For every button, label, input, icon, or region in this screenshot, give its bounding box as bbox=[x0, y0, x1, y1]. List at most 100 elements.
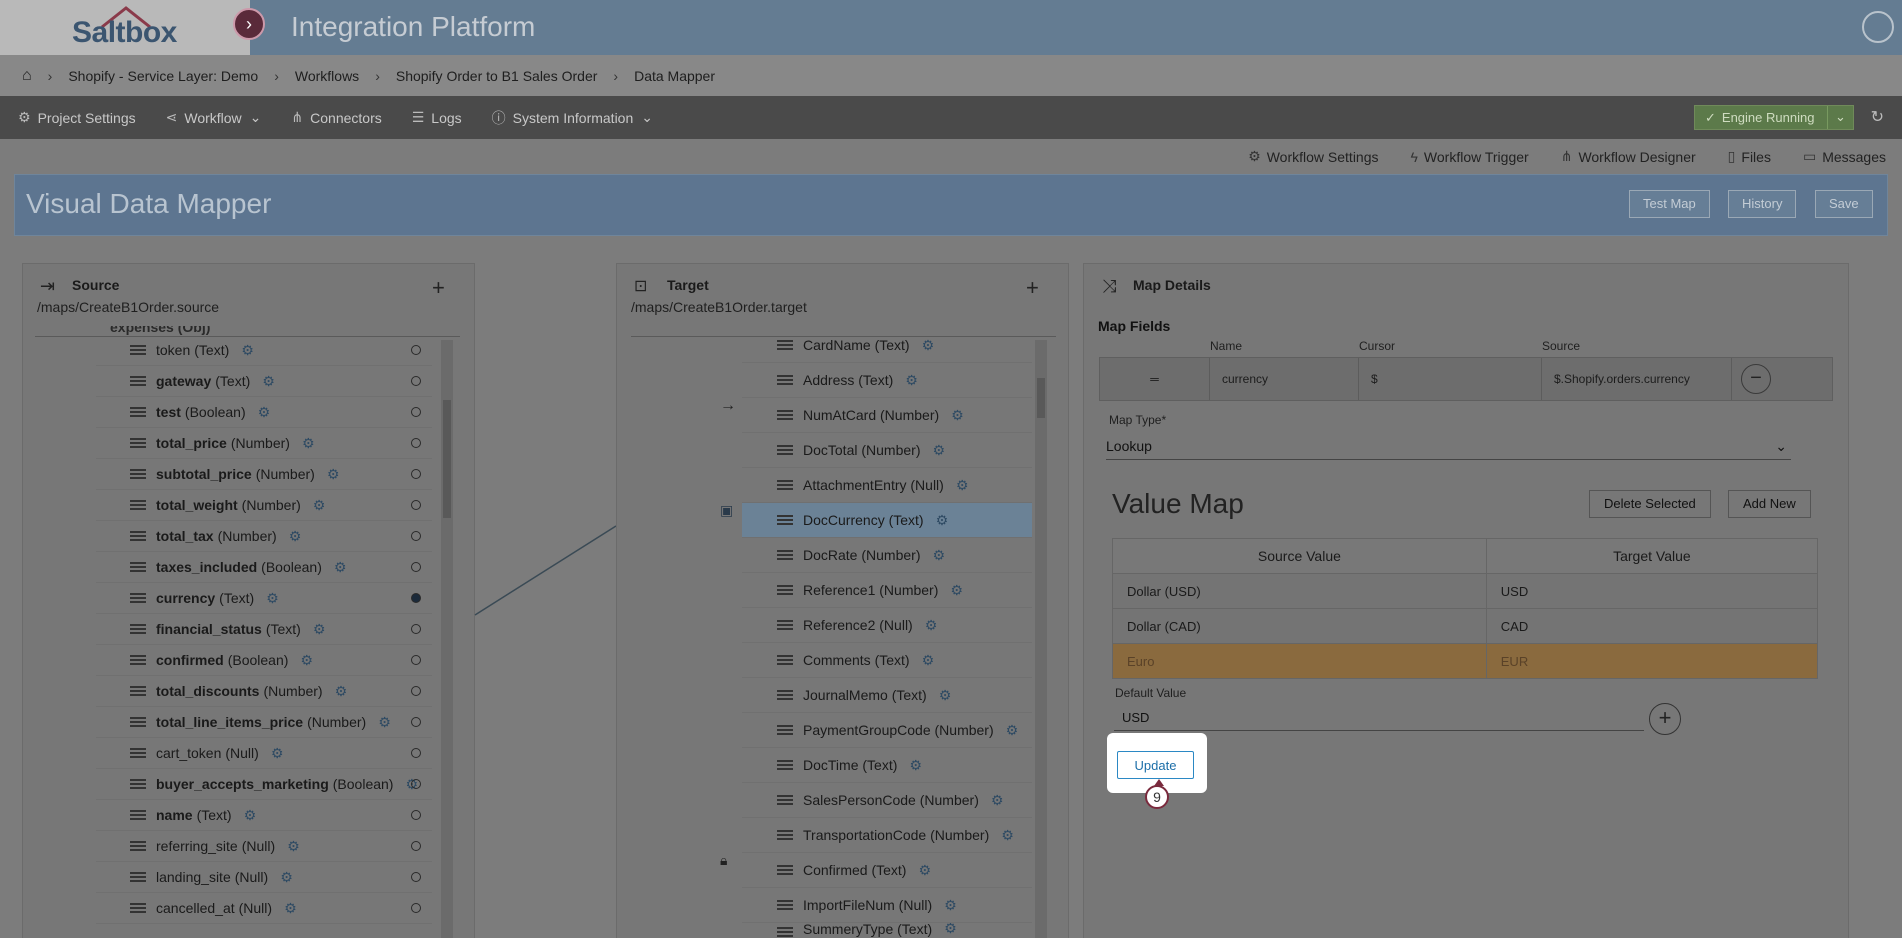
field-cursor-cell[interactable]: $ bbox=[1359, 358, 1542, 400]
tree-row[interactable]: total_line_items_price (Number) ⚙ bbox=[96, 707, 432, 738]
messages-link[interactable]: ▭ Messages bbox=[1803, 148, 1886, 165]
map-radio[interactable] bbox=[411, 841, 421, 851]
gear-icon[interactable]: ⚙ bbox=[905, 372, 918, 389]
tree-row[interactable]: referring_site (Null) ⚙ bbox=[96, 831, 432, 862]
map-radio[interactable] bbox=[411, 717, 421, 727]
add-target-icon[interactable]: + bbox=[1026, 275, 1039, 301]
tree-row[interactable]: Address (Text) ⚙ bbox=[742, 363, 1032, 398]
tree-row[interactable]: CardName (Text) ⚙ bbox=[742, 328, 1032, 363]
map-radio[interactable] bbox=[411, 593, 421, 603]
refresh-icon[interactable]: ↻ bbox=[1871, 107, 1884, 127]
nav-connectors[interactable]: ⋔ Connectors bbox=[291, 109, 381, 126]
files-link[interactable]: ▯ Files bbox=[1728, 148, 1771, 165]
gear-icon[interactable]: ⚙ bbox=[918, 862, 931, 879]
tree-row[interactable]: cancelled_at (Null) ⚙ bbox=[96, 893, 432, 924]
tree-row[interactable]: token (Text) ⚙ bbox=[96, 335, 432, 366]
table-row[interactable]: Dollar (CAD) CAD bbox=[1112, 608, 1819, 644]
target-value-cell[interactable]: CAD bbox=[1485, 608, 1819, 644]
tree-row[interactable]: financial_status (Text) ⚙ bbox=[96, 614, 432, 645]
user-avatar-icon[interactable] bbox=[1862, 11, 1894, 43]
gear-icon[interactable]: ⚙ bbox=[313, 621, 326, 638]
gear-icon[interactable]: ⚙ bbox=[944, 897, 957, 914]
add-source-icon[interactable]: + bbox=[432, 275, 445, 301]
gear-icon[interactable]: ⚙ bbox=[378, 714, 391, 731]
chevron-down-icon[interactable]: ⌄ bbox=[1827, 106, 1853, 129]
map-radio[interactable] bbox=[411, 748, 421, 758]
map-radio[interactable] bbox=[411, 407, 421, 417]
nav-workflow[interactable]: ⋖ Workflow ⌄ bbox=[166, 109, 262, 126]
tree-row[interactable]: NumAtCard (Number) ⚙ bbox=[742, 398, 1032, 433]
field-source-cell[interactable]: $.Shopify.orders.currency bbox=[1542, 358, 1732, 400]
tree-row[interactable]: Confirmed (Text) ⚙ bbox=[742, 853, 1032, 888]
gear-icon[interactable]: ⚙ bbox=[300, 652, 313, 669]
save-button[interactable]: Save bbox=[1815, 190, 1873, 218]
nav-system-information[interactable]: ⓘ System Information ⌄ bbox=[492, 108, 653, 128]
gear-icon[interactable]: ⚙ bbox=[280, 869, 293, 886]
gear-icon[interactable]: ⚙ bbox=[936, 512, 949, 529]
breadcrumb-item[interactable]: Shopify Order to B1 Sales Order bbox=[396, 68, 598, 84]
gear-icon[interactable]: ⚙ bbox=[925, 617, 938, 634]
nav-logs[interactable]: ☰ Logs bbox=[412, 109, 462, 126]
gear-icon[interactable]: ⚙ bbox=[271, 745, 284, 762]
home-icon[interactable]: ⌂ bbox=[22, 67, 32, 85]
map-radio[interactable] bbox=[411, 500, 421, 510]
tree-row[interactable]: SummeryType (Text) ⚙ bbox=[742, 923, 1032, 937]
gear-icon[interactable]: ⚙ bbox=[334, 559, 347, 576]
tree-row[interactable]: currency (Text) ⚙ bbox=[96, 583, 432, 614]
tree-row[interactable]: DocTime (Text) ⚙ bbox=[742, 748, 1032, 783]
breadcrumb-item[interactable]: Workflows bbox=[295, 68, 359, 84]
tree-row[interactable]: buyer_accepts_marketing (Boolean) ⚙ bbox=[96, 769, 432, 800]
map-field-row[interactable]: ═ currency $ $.Shopify.orders.currency bbox=[1099, 357, 1833, 401]
tree-row[interactable]: confirmed (Boolean) ⚙ bbox=[96, 645, 432, 676]
gear-icon[interactable]: ⚙ bbox=[1001, 827, 1014, 844]
gear-icon[interactable]: ⚙ bbox=[262, 373, 275, 390]
gear-icon[interactable]: ⚙ bbox=[327, 466, 340, 483]
source-value-cell[interactable]: Dollar (USD) bbox=[1112, 573, 1487, 609]
tree-row[interactable]: DocTotal (Number) ⚙ bbox=[742, 433, 1032, 468]
gear-icon[interactable]: ⚙ bbox=[951, 407, 964, 424]
gear-icon[interactable]: ⚙ bbox=[922, 337, 935, 354]
tree-row[interactable]: gateway (Text) ⚙ bbox=[96, 366, 432, 397]
add-new-button[interactable]: Add New bbox=[1728, 490, 1811, 518]
gear-icon[interactable]: ⚙ bbox=[944, 923, 957, 937]
gear-icon[interactable]: ⚙ bbox=[289, 528, 302, 545]
gear-icon[interactable]: ⚙ bbox=[335, 683, 348, 700]
tree-row[interactable]: DocCurrency (Text) ⚙ bbox=[742, 503, 1032, 538]
tree-row[interactable]: Reference2 (Null) ⚙ bbox=[742, 608, 1032, 643]
workflow-trigger-link[interactable]: ϟ Workflow Trigger bbox=[1411, 148, 1529, 165]
gear-icon[interactable]: ⚙ bbox=[909, 757, 922, 774]
map-radio[interactable] bbox=[411, 655, 421, 665]
gear-icon[interactable]: ⚙ bbox=[244, 807, 257, 824]
source-value-cell[interactable]: Dollar (CAD) bbox=[1112, 608, 1487, 644]
tree-row[interactable]: ImportFileNum (Null) ⚙ bbox=[742, 888, 1032, 923]
gear-icon[interactable]: ⚙ bbox=[939, 687, 952, 704]
tree-row[interactable]: Comments (Text) ⚙ bbox=[742, 643, 1032, 678]
tree-row[interactable]: test (Boolean) ⚙ bbox=[96, 397, 432, 428]
nav-project-settings[interactable]: ⚙ Project Settings bbox=[18, 109, 136, 126]
source-value-cell[interactable]: Euro bbox=[1112, 643, 1487, 679]
tree-row[interactable]: PaymentGroupCode (Number) ⚙ bbox=[742, 713, 1032, 748]
tree-row[interactable]: cart_token (Null) ⚙ bbox=[96, 738, 432, 769]
map-type-select[interactable]: Lookup ⌄ bbox=[1106, 438, 1791, 460]
gear-icon[interactable]: ⚙ bbox=[932, 442, 945, 459]
gear-icon[interactable]: ⚙ bbox=[950, 582, 963, 599]
map-radio[interactable] bbox=[411, 872, 421, 882]
map-radio[interactable] bbox=[411, 779, 421, 789]
source-scrollbar-thumb[interactable] bbox=[443, 400, 451, 518]
tree-row[interactable]: total_weight (Number) ⚙ bbox=[96, 490, 432, 521]
update-button[interactable]: Update bbox=[1117, 751, 1194, 779]
map-radio[interactable] bbox=[411, 903, 421, 913]
gear-icon[interactable]: ⚙ bbox=[258, 404, 271, 421]
target-value-cell[interactable]: EUR bbox=[1485, 643, 1819, 679]
target-scrollbar[interactable] bbox=[1035, 340, 1047, 938]
map-radio[interactable] bbox=[411, 345, 421, 355]
map-radio[interactable] bbox=[411, 469, 421, 479]
tree-row[interactable]: AttachmentEntry (Null) ⚙ bbox=[742, 468, 1032, 503]
field-name-cell[interactable]: currency bbox=[1210, 358, 1359, 400]
tree-row[interactable]: SalesPersonCode (Number) ⚙ bbox=[742, 783, 1032, 818]
add-default-button[interactable]: + bbox=[1649, 703, 1681, 735]
tree-row[interactable]: taxes_included (Boolean) ⚙ bbox=[96, 552, 432, 583]
workflow-designer-link[interactable]: ⋔ Workflow Designer bbox=[1561, 148, 1696, 165]
tree-row[interactable]: total_price (Number) ⚙ bbox=[96, 428, 432, 459]
gear-icon[interactable]: ⚙ bbox=[266, 590, 279, 607]
